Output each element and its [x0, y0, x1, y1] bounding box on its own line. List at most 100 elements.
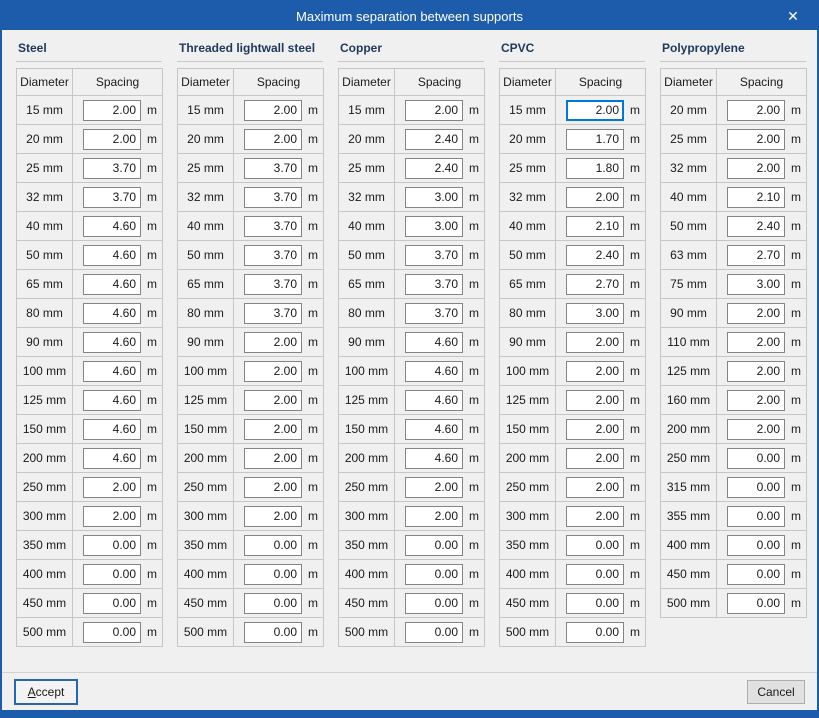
spacing-input[interactable]	[566, 505, 624, 527]
spacing-input[interactable]	[83, 302, 141, 324]
spacing-input[interactable]	[727, 302, 785, 324]
spacing-input[interactable]	[405, 418, 463, 440]
spacing-input[interactable]	[405, 563, 463, 585]
spacing-input[interactable]	[83, 563, 141, 585]
spacing-input[interactable]	[405, 302, 463, 324]
spacing-input[interactable]	[405, 273, 463, 295]
spacing-input[interactable]	[405, 476, 463, 498]
spacing-input[interactable]	[566, 302, 624, 324]
spacing-input[interactable]	[405, 186, 463, 208]
close-icon[interactable]: ✕	[777, 2, 809, 30]
spacing-input[interactable]	[405, 447, 463, 469]
spacing-input[interactable]	[244, 186, 302, 208]
spacing-input[interactable]	[244, 157, 302, 179]
table-row: 500 mm m	[660, 588, 807, 618]
spacing-input[interactable]	[727, 418, 785, 440]
spacing-input[interactable]	[244, 215, 302, 237]
spacing-cell: m	[716, 182, 807, 212]
spacing-input[interactable]	[566, 476, 624, 498]
spacing-input[interactable]	[566, 621, 624, 643]
spacing-input[interactable]	[244, 418, 302, 440]
spacing-input[interactable]	[405, 157, 463, 179]
spacing-input[interactable]	[244, 476, 302, 498]
spacing-input[interactable]	[244, 389, 302, 411]
spacing-input[interactable]	[405, 331, 463, 353]
spacing-input[interactable]	[83, 157, 141, 179]
spacing-input[interactable]	[83, 389, 141, 411]
spacing-input[interactable]	[566, 563, 624, 585]
spacing-input[interactable]	[244, 331, 302, 353]
cancel-button[interactable]: Cancel	[747, 679, 805, 704]
spacing-input[interactable]	[244, 244, 302, 266]
spacing-input[interactable]	[83, 186, 141, 208]
spacing-input[interactable]	[83, 215, 141, 237]
spacing-input[interactable]	[83, 99, 141, 121]
spacing-input[interactable]	[244, 128, 302, 150]
spacing-input[interactable]	[83, 360, 141, 382]
spacing-input[interactable]	[83, 534, 141, 556]
spacing-input[interactable]	[727, 273, 785, 295]
accept-button[interactable]: Accept	[14, 678, 78, 705]
spacing-input[interactable]	[405, 128, 463, 150]
spacing-input[interactable]	[566, 360, 624, 382]
spacing-input[interactable]	[405, 592, 463, 614]
spacing-input[interactable]	[405, 389, 463, 411]
spacing-input[interactable]	[244, 505, 302, 527]
spacing-input[interactable]	[566, 244, 624, 266]
spacing-input[interactable]	[727, 534, 785, 556]
spacing-input[interactable]	[727, 99, 785, 121]
spacing-input[interactable]	[566, 534, 624, 556]
spacing-input[interactable]	[727, 186, 785, 208]
spacing-input[interactable]	[727, 244, 785, 266]
spacing-input[interactable]	[566, 447, 624, 469]
spacing-input[interactable]	[244, 273, 302, 295]
spacing-input[interactable]	[405, 534, 463, 556]
spacing-input[interactable]	[244, 99, 302, 121]
spacing-input[interactable]	[727, 476, 785, 498]
spacing-input[interactable]	[244, 592, 302, 614]
spacing-input[interactable]	[727, 505, 785, 527]
spacing-input[interactable]	[244, 447, 302, 469]
spacing-input[interactable]	[566, 128, 624, 150]
spacing-input[interactable]	[727, 447, 785, 469]
spacing-input[interactable]	[83, 621, 141, 643]
spacing-input[interactable]	[244, 360, 302, 382]
spacing-input[interactable]	[83, 244, 141, 266]
spacing-input[interactable]	[566, 186, 624, 208]
spacing-input[interactable]	[83, 273, 141, 295]
spacing-input[interactable]	[566, 592, 624, 614]
spacing-input[interactable]	[405, 215, 463, 237]
spacing-input[interactable]	[83, 418, 141, 440]
spacing-input[interactable]	[244, 534, 302, 556]
spacing-input[interactable]	[727, 157, 785, 179]
spacing-input[interactable]	[83, 592, 141, 614]
spacing-input[interactable]	[566, 389, 624, 411]
spacing-input[interactable]	[566, 215, 624, 237]
spacing-input[interactable]	[405, 99, 463, 121]
spacing-input[interactable]	[83, 476, 141, 498]
spacing-input[interactable]	[566, 99, 624, 121]
spacing-input[interactable]	[566, 418, 624, 440]
spacing-input[interactable]	[405, 505, 463, 527]
spacing-input[interactable]	[405, 621, 463, 643]
spacing-input[interactable]	[727, 331, 785, 353]
spacing-input[interactable]	[83, 331, 141, 353]
spacing-input[interactable]	[244, 302, 302, 324]
spacing-input[interactable]	[566, 157, 624, 179]
spacing-input[interactable]	[727, 563, 785, 585]
spacing-input[interactable]	[727, 215, 785, 237]
spacing-input[interactable]	[727, 389, 785, 411]
spacing-cell: m	[716, 124, 807, 154]
spacing-input[interactable]	[566, 331, 624, 353]
spacing-input[interactable]	[727, 360, 785, 382]
spacing-input[interactable]	[83, 505, 141, 527]
spacing-input[interactable]	[83, 128, 141, 150]
spacing-input[interactable]	[727, 128, 785, 150]
spacing-input[interactable]	[83, 447, 141, 469]
spacing-input[interactable]	[566, 273, 624, 295]
spacing-input[interactable]	[727, 592, 785, 614]
spacing-input[interactable]	[405, 360, 463, 382]
spacing-input[interactable]	[405, 244, 463, 266]
spacing-input[interactable]	[244, 563, 302, 585]
spacing-input[interactable]	[244, 621, 302, 643]
